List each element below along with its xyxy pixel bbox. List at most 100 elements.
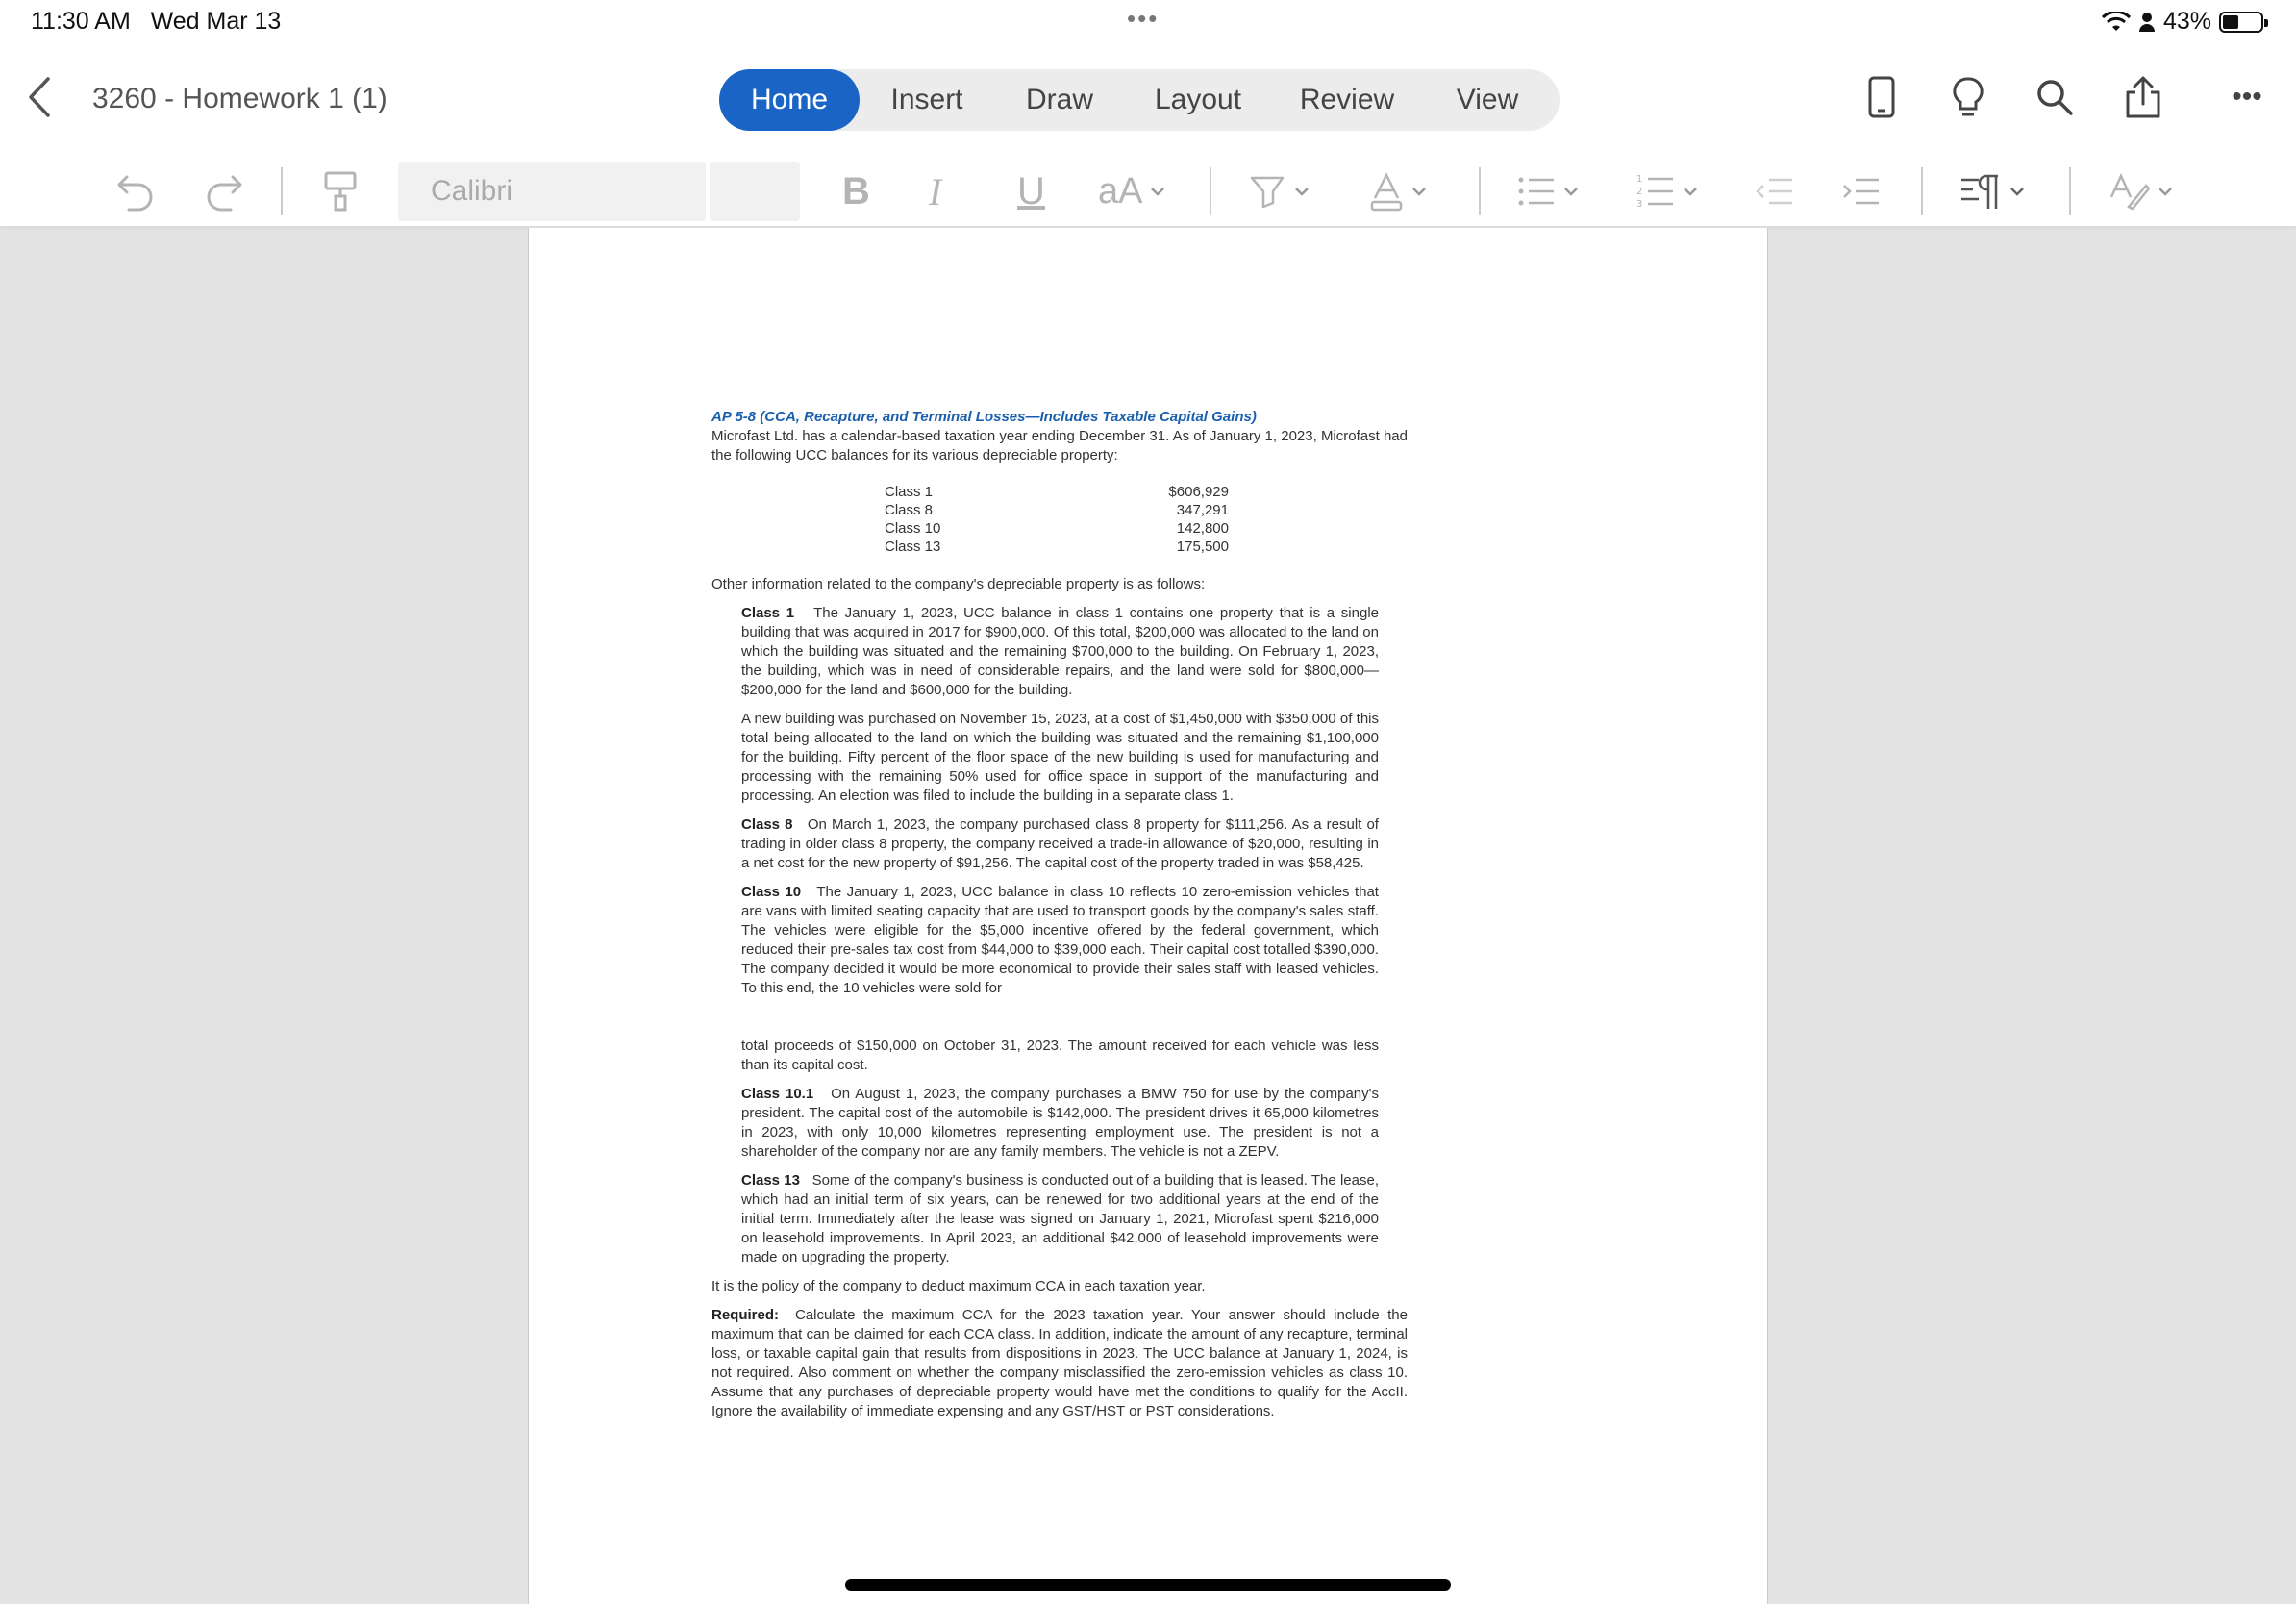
class8-text: On March 1, 2023, the company purchased … (741, 816, 1379, 871)
back-button[interactable] (21, 73, 60, 121)
italic-button[interactable]: I (929, 167, 941, 215)
indent-icon (1843, 178, 1879, 205)
underline-button[interactable]: U (1017, 167, 1045, 215)
class1-text: The January 1, 2023, UCC balance in clas… (741, 605, 1379, 698)
class10-1-paragraph: Class 10.1 On August 1, 2023, the compan… (711, 1085, 1408, 1162)
svg-text:3: 3 (1636, 199, 1642, 210)
class10-1-label: Class 10.1 (741, 1086, 814, 1102)
undo-icon (117, 175, 153, 212)
share-button[interactable] (2119, 73, 2167, 121)
class1-new-building-paragraph: A new building was purchased on November… (741, 711, 1379, 804)
search-icon (2037, 80, 2073, 115)
font-size-menu-button[interactable]: aA (1098, 167, 1165, 215)
font-name-field[interactable]: Calibri (398, 162, 706, 221)
class10-label: Class 10 (741, 884, 802, 900)
toolbar-divider (1479, 167, 1481, 215)
styles-button[interactable] (2109, 167, 2173, 215)
formatting-toolbar: Calibri B I U aA 1 2 3 (0, 156, 2296, 227)
svg-text:1: 1 (1636, 174, 1642, 185)
person-icon (2138, 12, 2155, 32)
status-time: 11:30 AM Wed Mar 13 (31, 8, 281, 36)
class1-label: Class 1 (741, 605, 795, 621)
home-indicator[interactable] (845, 1579, 1451, 1591)
required-label: Required: (711, 1307, 780, 1323)
bold-button[interactable]: B (842, 167, 870, 215)
toolbar-divider (1921, 167, 1923, 215)
chevron-down-icon (1684, 188, 1697, 196)
font-size-label: aA (1098, 170, 1143, 212)
paintbrush-icon (324, 171, 357, 212)
ucc-amount: 142,800 (1176, 520, 1229, 537)
document-content[interactable]: AP 5-8 (CCA, Recapture, and Terminal Los… (711, 408, 1408, 1421)
class8-paragraph: Class 8 On March 1, 2023, the company pu… (711, 815, 1408, 873)
status-indicators: 43% (2101, 8, 2268, 36)
table-row: Class 10 142,800 (885, 519, 1229, 538)
ucc-amount: 347,291 (1176, 502, 1229, 518)
svg-text:2: 2 (1636, 187, 1642, 197)
tab-view[interactable]: View (1423, 69, 1552, 131)
mobile-view-button[interactable] (1858, 73, 1906, 121)
class10-paragraph: Class 10 The January 1, 2023, UCC balanc… (711, 883, 1408, 998)
ucc-amount: $606,929 (1168, 484, 1229, 500)
search-button[interactable] (2031, 73, 2079, 121)
more-options-button[interactable]: ••• (2223, 73, 2271, 121)
share-icon (2126, 76, 2160, 118)
class13-paragraph: Class 13 Some of the company's business … (711, 1171, 1408, 1267)
chevron-left-icon (29, 77, 50, 117)
toolbar-divider (1210, 167, 1211, 215)
highlight-button[interactable] (1248, 167, 1310, 215)
toolbar-divider (2069, 167, 2071, 215)
tab-review[interactable]: Review (1271, 69, 1423, 131)
decrease-indent-button[interactable] (1756, 167, 1794, 215)
redo-button[interactable] (202, 167, 246, 215)
phone-icon (1868, 76, 1895, 118)
bullets-button[interactable] (1517, 167, 1579, 215)
tab-draw[interactable]: Draw (994, 69, 1125, 131)
multitasking-dots[interactable]: ••• (1127, 4, 1159, 34)
class10-1-text: On August 1, 2023, the company purchases… (741, 1086, 1379, 1160)
ribbon-tabs: Home Insert Draw Layout Review View (719, 69, 1560, 131)
font-color-button[interactable] (1369, 167, 1427, 215)
ideas-button[interactable] (1944, 73, 1992, 121)
other-info-paragraph: Other information related to the company… (711, 576, 1206, 592)
ucc-class: Class 8 (885, 502, 934, 518)
paragraph-format-button[interactable] (1959, 167, 2025, 215)
numbering-button[interactable]: 1 2 3 (1636, 167, 1698, 215)
required-text: Calculate the maximum CCA for the 2023 t… (711, 1307, 1408, 1419)
intro-paragraph: Microfast Ltd. has a calendar-based taxa… (711, 428, 1408, 464)
undo-button[interactable] (113, 167, 158, 215)
tab-home[interactable]: Home (719, 69, 860, 131)
class8-label: Class 8 (741, 816, 793, 833)
wifi-icon (2101, 11, 2131, 31)
tab-insert[interactable]: Insert (860, 69, 994, 131)
table-row: Class 1 $606,929 (885, 483, 1229, 501)
outdent-icon (1756, 178, 1792, 205)
clock-time: 11:30 AM (31, 8, 131, 35)
class13-label: Class 13 (741, 1172, 800, 1189)
lightbulb-icon (1953, 77, 1984, 116)
styles-icon (2109, 172, 2150, 211)
chevron-down-icon (1412, 188, 1426, 196)
ucc-balance-table: Class 1 $606,929 Class 8 347,291 Class 1… (885, 483, 1229, 556)
chevron-down-icon (2159, 188, 2172, 196)
bullet-list-icon (1518, 177, 1554, 206)
tab-layout[interactable]: Layout (1125, 69, 1271, 131)
font-color-icon (1370, 172, 1403, 212)
numbered-list-icon: 1 2 3 (1636, 174, 1673, 210)
policy-paragraph: It is the policy of the company to deduc… (711, 1278, 1206, 1294)
table-row: Class 13 175,500 (885, 538, 1229, 556)
paragraph-icon (1961, 174, 1998, 209)
clock-date: Wed Mar 13 (150, 8, 282, 35)
chevron-down-icon (2010, 188, 2024, 196)
chevron-down-icon (1564, 188, 1578, 196)
document-title[interactable]: 3260 - Homework 1 (1) (92, 83, 387, 115)
required-paragraph: Required: Calculate the maximum CCA for … (711, 1306, 1408, 1421)
font-size-field[interactable] (710, 162, 800, 221)
battery-percent: 43% (2162, 8, 2211, 35)
toolbar-divider (281, 167, 283, 215)
ucc-class: Class 10 (885, 520, 941, 537)
class10-text: The January 1, 2023, UCC balance in clas… (741, 884, 1379, 996)
format-painter-button[interactable] (323, 167, 358, 215)
increase-indent-button[interactable] (1842, 167, 1881, 215)
class13-text: Some of the company's business is conduc… (741, 1172, 1379, 1266)
